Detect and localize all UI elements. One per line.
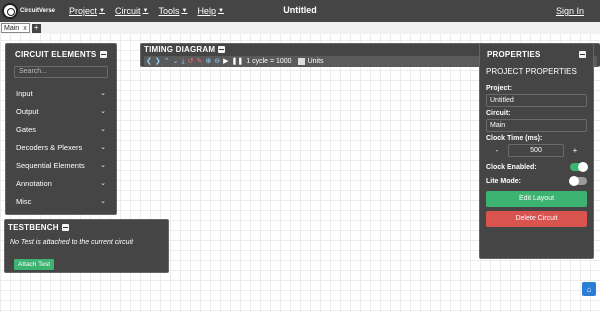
testbench-panel: TESTBENCH No Test is attached to the cur… xyxy=(4,219,169,273)
circuit-elements-panel: CIRCUIT ELEMENTS Search... Input ⌄ Output… xyxy=(5,43,117,215)
clock-enabled-toggle[interactable] xyxy=(570,162,588,172)
chevron-down-icon[interactable]: ⌄ xyxy=(173,58,179,65)
clock-time-input[interactable]: 500 xyxy=(508,144,564,157)
project-title[interactable]: Untitled xyxy=(283,5,317,15)
toggle-knob xyxy=(569,176,579,186)
report-issue-button[interactable]: ⌂ xyxy=(582,282,596,296)
category-label: Misc xyxy=(16,196,32,206)
circuitverse-logo-icon xyxy=(2,3,18,19)
project-label: Project: xyxy=(486,85,513,92)
download-icon[interactable]: ⤓ xyxy=(182,58,185,65)
chevron-left-icon[interactable]: ❮ xyxy=(146,58,152,65)
clock-decrease-button[interactable]: - xyxy=(486,146,508,155)
menu-help[interactable]: Help ▼ xyxy=(197,6,223,16)
pause-icon[interactable]: ❚❚ xyxy=(232,58,244,65)
tab-main[interactable]: Main x xyxy=(1,23,30,33)
menu-help-label: Help xyxy=(197,6,216,16)
menu-tools[interactable]: Tools ▼ xyxy=(158,6,187,16)
panel-title: TESTBENCH xyxy=(8,223,59,232)
category-label: Gates xyxy=(16,124,37,134)
chevron-up-icon[interactable]: ⌃ xyxy=(164,58,170,65)
toggle-knob xyxy=(578,162,588,172)
undo-icon[interactable]: ↺ xyxy=(188,58,194,65)
chevron-down-icon: ⌄ xyxy=(100,198,106,205)
lite-mode-toggle[interactable] xyxy=(569,176,587,186)
category-label: Decoders & Plexers xyxy=(16,142,83,152)
caret-down-icon: ▼ xyxy=(99,8,105,14)
clock-time-label: Clock Time (ms): xyxy=(486,135,543,142)
search-input[interactable]: Search... xyxy=(14,66,108,78)
panel-title: PROPERTIES xyxy=(487,50,541,59)
properties-panel: PROPERTIES PROJECT PROPERTIES Project: U… xyxy=(479,43,594,259)
edit-layout-button[interactable]: Edit Layout xyxy=(486,191,587,207)
home-icon: ⌂ xyxy=(586,284,592,294)
chevron-down-icon: ⌄ xyxy=(100,108,106,115)
category-label: Input xyxy=(16,88,33,98)
add-tab-button[interactable]: + xyxy=(31,23,41,33)
testbench-message: No Test is attached to the current circu… xyxy=(10,239,134,246)
lite-mode-label: Lite Mode: xyxy=(486,177,521,185)
category-gates[interactable]: Gates ⌄ xyxy=(12,120,110,138)
panel-title: CIRCUIT ELEMENTS xyxy=(15,50,97,59)
project-name-input[interactable]: Untitled xyxy=(486,94,587,107)
chevron-down-icon: ⌄ xyxy=(100,90,106,97)
tab-main-label: Main xyxy=(4,24,20,32)
circuit-label: Circuit: xyxy=(486,110,511,117)
delete-circuit-button[interactable]: Delete Circuit xyxy=(486,211,587,227)
caret-down-icon: ▼ xyxy=(217,8,224,14)
category-misc[interactable]: Misc ⌄ xyxy=(12,192,110,210)
chevron-down-icon: ⌄ xyxy=(100,180,106,187)
clock-enabled-label: Clock Enabled: xyxy=(486,163,537,171)
top-navbar: CircuitVerse Project ▼ Circuit ▼ Tools ▼ He… xyxy=(0,0,600,22)
caret-down-icon: ▼ xyxy=(181,8,188,14)
panel-header[interactable]: CIRCUIT ELEMENTS xyxy=(12,48,110,63)
zoom-out-icon[interactable]: ⊖ xyxy=(214,58,220,65)
minimize-icon[interactable] xyxy=(218,46,226,53)
chevron-down-icon: ⌄ xyxy=(100,162,106,169)
menu-tools-label: Tools xyxy=(158,6,180,16)
menu-circuit-label: Circuit xyxy=(115,6,141,16)
chevron-down-icon: ⌄ xyxy=(100,144,106,151)
sign-in-link[interactable]: Sign In xyxy=(556,6,584,16)
panel-header[interactable]: TESTBENCH xyxy=(8,223,165,232)
pen-icon[interactable]: ✎ xyxy=(196,58,202,65)
logo-text: CircuitVerse xyxy=(20,8,56,14)
zoom-in-icon[interactable]: ⊕ xyxy=(205,58,211,65)
minimize-icon[interactable] xyxy=(100,51,107,58)
menu-project-label: Project xyxy=(69,6,98,16)
units-label: Units xyxy=(307,58,324,65)
circuit-tab-bar: Main x + xyxy=(0,22,600,34)
cycle-text: 1 cycle = 1000 xyxy=(246,58,292,65)
project-properties-heading: PROJECT PROPERTIES xyxy=(486,67,577,76)
clock-time-stepper: - 500 + xyxy=(486,144,587,157)
category-decoders-plexers[interactable]: Decoders & Plexers ⌄ xyxy=(12,138,110,156)
panel-title: TIMING DIAGRAM xyxy=(144,45,216,54)
category-label: Annotation xyxy=(16,178,52,188)
clock-enabled-row: Clock Enabled: xyxy=(486,162,588,172)
minimize-icon[interactable] xyxy=(61,224,69,231)
attach-test-button[interactable]: Attach Test xyxy=(14,259,55,270)
circuit-name-input[interactable]: Main xyxy=(486,119,587,132)
category-output[interactable]: Output ⌄ xyxy=(12,102,110,120)
caret-down-icon: ▼ xyxy=(142,8,149,14)
category-sequential-elements[interactable]: Sequential Elements ⌄ xyxy=(12,156,110,174)
play-icon[interactable]: ▶ xyxy=(223,58,228,65)
clock-increase-button[interactable]: + xyxy=(564,146,586,155)
chevron-down-icon: ⌄ xyxy=(100,126,106,133)
category-input[interactable]: Input ⌄ xyxy=(12,84,110,102)
logo[interactable]: CircuitVerse xyxy=(2,3,55,19)
lite-mode-row: Lite Mode: xyxy=(486,176,587,186)
category-annotation[interactable]: Annotation ⌄ xyxy=(12,174,110,192)
minimize-icon[interactable] xyxy=(579,51,586,58)
panel-header[interactable]: PROPERTIES xyxy=(486,48,587,64)
chevron-right-icon[interactable]: ❯ xyxy=(155,58,161,65)
units-stepper[interactable] xyxy=(297,58,305,65)
category-label: Output xyxy=(16,106,39,116)
menu-project[interactable]: Project ▼ xyxy=(69,6,105,16)
menu-circuit[interactable]: Circuit ▼ xyxy=(115,6,148,16)
category-label: Sequential Elements xyxy=(16,160,85,170)
nav-menu: Project ▼ Circuit ▼ Tools ▼ Help ▼ xyxy=(69,6,234,16)
close-icon[interactable]: x xyxy=(23,25,27,32)
